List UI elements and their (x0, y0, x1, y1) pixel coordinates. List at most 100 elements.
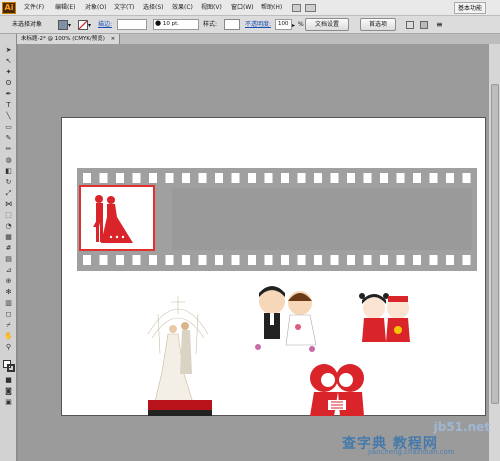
menu-object[interactable]: 对象(O) (85, 3, 106, 13)
film-sprocket-hole (446, 255, 454, 265)
brush-value: 10 pt. (162, 21, 180, 27)
film-sprocket-hole (149, 173, 157, 183)
shape-builder-icon[interactable]: ◔ (3, 222, 14, 231)
panel-menu-icon[interactable]: ≡ (436, 20, 443, 29)
width-tool-icon[interactable]: ⋈ (3, 200, 14, 209)
film-sprocket-hole (396, 173, 405, 183)
brush-selector[interactable]: ● 10 pt. (153, 19, 199, 30)
menu-bar: Ai 文件(F) 编辑(E) 对象(O) 文字(T) 选择(S) 效果(C) 视… (0, 0, 500, 16)
preferences-button[interactable]: 首选项 (360, 18, 396, 31)
symbol-sprayer-icon[interactable]: ✻ (3, 288, 14, 297)
film-sprocket-hole (215, 173, 223, 183)
graph-tool-icon[interactable]: ▥ (3, 299, 14, 308)
film-sprocket-hole (198, 255, 207, 265)
menu-view[interactable]: 视图(V) (201, 3, 222, 13)
film-sprocket-hole (182, 173, 190, 183)
color-mode-icon[interactable]: ■ (3, 376, 14, 385)
film-sprocket-hole (116, 173, 124, 183)
selected-frame[interactable] (79, 185, 155, 251)
film-sprocket-hole (116, 255, 124, 265)
rotate-tool-icon[interactable]: ↻ (3, 178, 14, 187)
eraser-icon[interactable]: ◧ (3, 167, 14, 176)
document-tab[interactable]: 未标题-2* @ 100% (CMYK/预览) × (17, 34, 121, 44)
film-sprocket-hole (380, 173, 388, 183)
perspective-grid-icon[interactable]: ▦ (3, 233, 14, 242)
blend-tool-icon[interactable]: ⊕ (3, 277, 14, 286)
arrange-documents-icon[interactable] (305, 4, 316, 12)
slice-tool-icon[interactable]: ⌿ (3, 321, 14, 330)
film-sprocket-hole (429, 173, 438, 183)
menu-type[interactable]: 文字(T) (114, 3, 134, 13)
menu-select[interactable]: 选择(S) (143, 3, 164, 13)
blob-brush-icon[interactable]: ◍ (3, 156, 14, 165)
pencil-icon[interactable]: ✏ (3, 145, 14, 154)
style-label: 样式: (203, 21, 218, 28)
film-sprocket-hole (149, 255, 157, 265)
line-tool-icon[interactable]: ╲ (3, 112, 14, 121)
film-sprocket-hole (413, 173, 421, 183)
lasso-icon[interactable]: ʘ (3, 79, 14, 88)
fill-dropdown-icon[interactable]: ▾ (68, 22, 71, 29)
gradient-tool-icon[interactable]: ▤ (3, 255, 14, 264)
zoom-tool-icon[interactable]: ⚲ (3, 343, 14, 352)
stroke-weight-field[interactable] (117, 19, 147, 30)
film-sprocket-hole (198, 173, 207, 183)
menu-file[interactable]: 文件(F) (24, 3, 44, 13)
align-icon[interactable] (406, 21, 414, 29)
film-sprocket-hole (215, 255, 223, 265)
menu-help[interactable]: 帮助(H) (261, 3, 282, 13)
film-sprocket-hole (462, 173, 471, 183)
document-setup-button[interactable]: 文档设置 (305, 18, 349, 31)
control-bar: 未选择对象 ▾ ▾ 描边: ● 10 pt. 样式: 不透明度: 100 ▸ %… (0, 16, 500, 34)
scale-tool-icon[interactable]: ⤢ (3, 189, 14, 198)
document-tab-bar: 未标题-2* @ 100% (CMYK/预览) × (17, 34, 500, 44)
close-tab-icon[interactable]: × (111, 36, 116, 42)
opacity-arrow-icon[interactable]: ▸ (292, 22, 295, 29)
film-sprocket-hole (165, 255, 174, 265)
selection-status: 未选择对象 (12, 21, 43, 28)
stroke-label[interactable]: 描边: (98, 20, 112, 30)
menu-window[interactable]: 窗口(W) (231, 3, 254, 13)
artboard-tool-icon[interactable]: ◻ (3, 310, 14, 319)
fill-swatch-icon[interactable] (58, 20, 68, 30)
canvas-area[interactable] (18, 44, 488, 461)
menu-effect[interactable]: 效果(C) (172, 3, 193, 13)
graphic-style-picker[interactable] (224, 19, 240, 30)
vertical-scrollbar[interactable] (488, 44, 500, 461)
film-sprocket-hole (99, 255, 108, 265)
stroke-dropdown-icon[interactable]: ▾ (88, 22, 91, 29)
film-sprocket-hole (314, 255, 322, 265)
free-transform-icon[interactable]: ⬚ (3, 211, 14, 220)
eyedropper-icon[interactable]: ⊿ (3, 266, 14, 275)
opacity-field[interactable]: 100 (275, 19, 292, 30)
hand-tool-icon[interactable]: ✋ (3, 332, 14, 341)
transform-icon[interactable] (420, 21, 428, 29)
direct-selection-tool-icon[interactable]: ↖ (3, 57, 14, 66)
stroke-color-icon[interactable] (7, 364, 15, 372)
film-sprocket-hole (462, 255, 471, 265)
film-sprocket-hole (330, 173, 339, 183)
opacity-label[interactable]: 不透明度: (245, 20, 271, 30)
paintbrush-icon[interactable]: ✎ (3, 134, 14, 143)
rectangle-tool-icon[interactable]: ▭ (3, 123, 14, 132)
stroke-swatch-icon[interactable] (78, 20, 88, 30)
draw-mode-icon[interactable]: ◙ (3, 387, 14, 396)
film-sprocket-hole (363, 255, 372, 265)
type-tool-icon[interactable]: T (3, 101, 14, 110)
cartoon-couple-icon (255, 286, 317, 352)
magic-wand-icon[interactable]: ✦ (3, 68, 14, 77)
red-kissing-couple-icon (310, 364, 364, 416)
menu-edit[interactable]: 编辑(E) (55, 3, 75, 13)
film-sprocket-hole (297, 255, 306, 265)
pen-tool-icon[interactable]: ✒ (3, 90, 14, 99)
scrollbar-thumb[interactable] (491, 84, 499, 404)
workspace-switcher[interactable]: 基本功能 (453, 2, 486, 14)
film-sprocket-hole (281, 173, 289, 183)
wedding-silhouette-icon (93, 195, 133, 243)
selection-tool-icon[interactable]: ➤ (3, 46, 14, 55)
artboard[interactable] (61, 117, 486, 416)
screen-mode-icon[interactable]: ▣ (3, 398, 14, 407)
bridge-icon[interactable] (292, 4, 301, 12)
mesh-tool-icon[interactable]: # (3, 244, 14, 253)
tools-panel: ➤ ↖ ✦ ʘ ✒ T ╲ ▭ ✎ ✏ ◍ ◧ ↻ ⤢ ⋈ ⬚ ◔ ▦ # ▤ … (0, 34, 17, 461)
